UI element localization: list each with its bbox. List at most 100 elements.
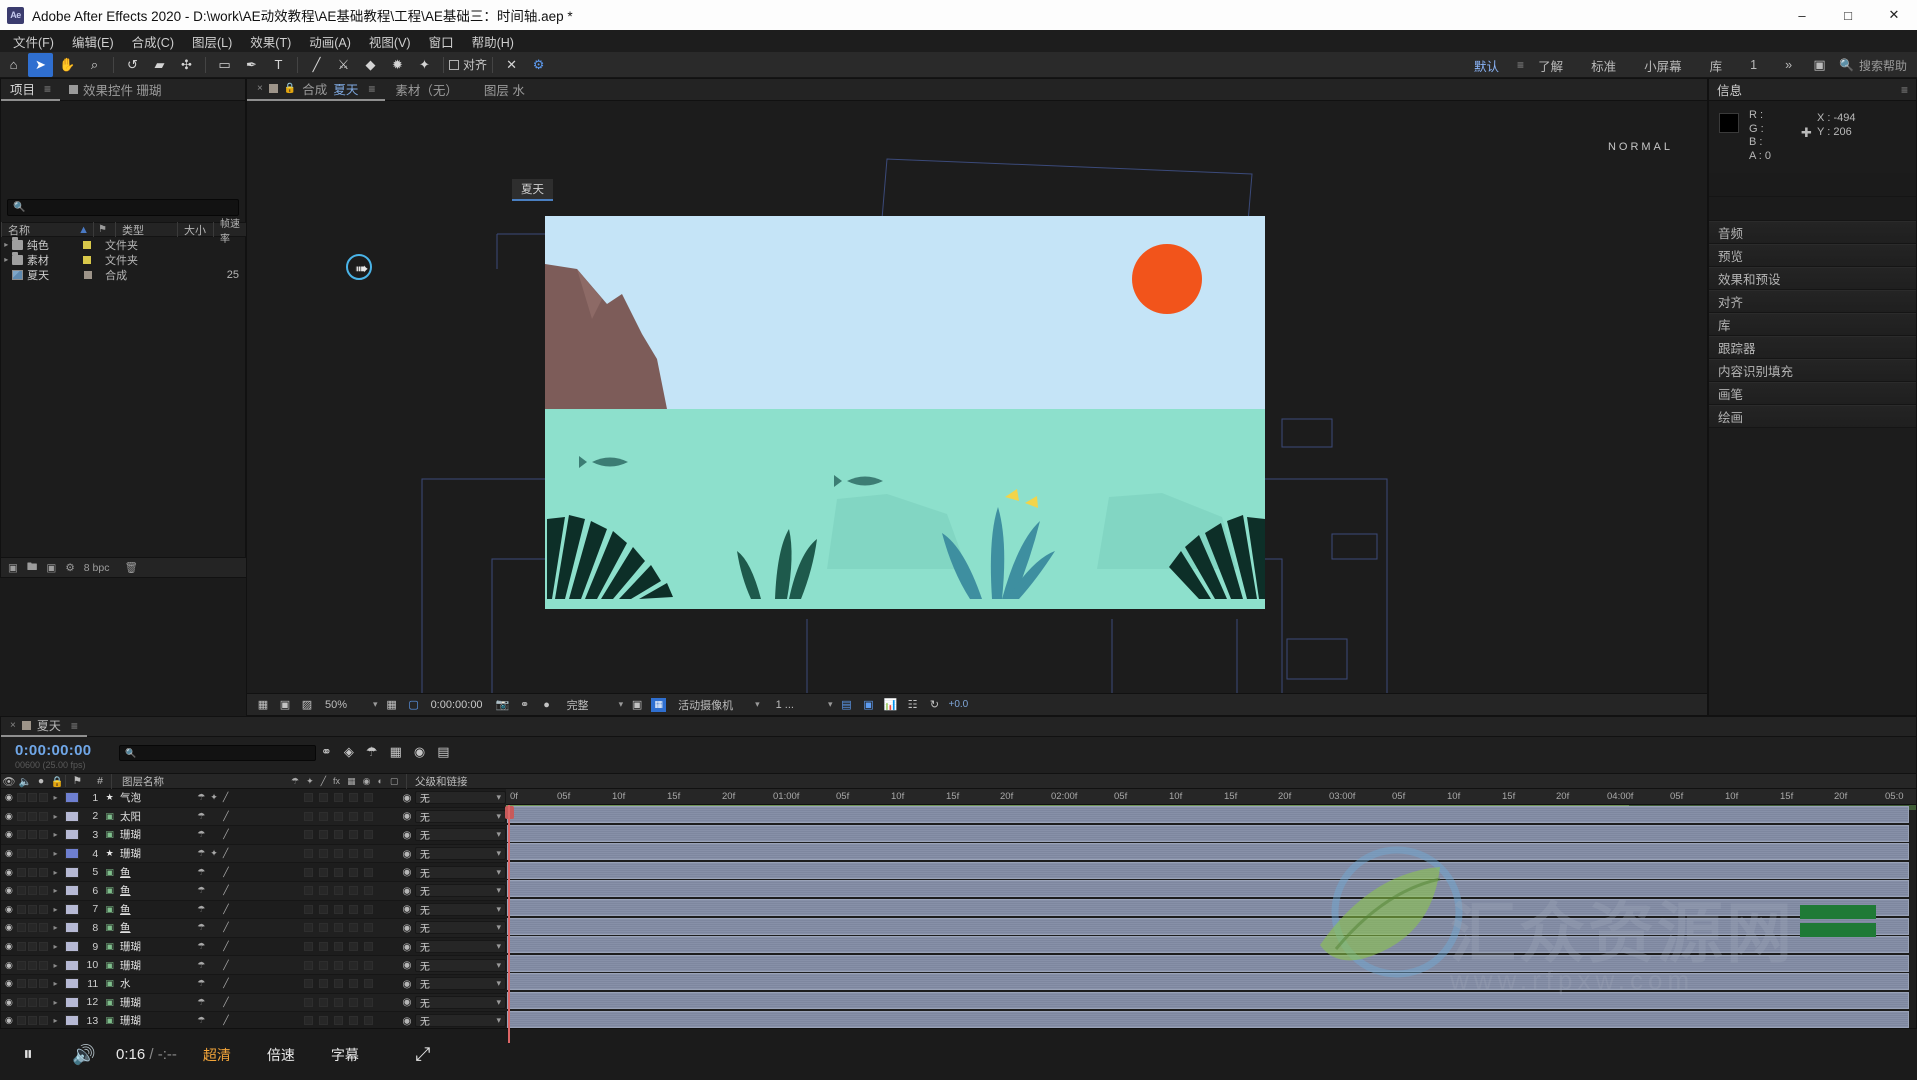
lock-toggle[interactable]	[39, 868, 48, 877]
workspace-tab-default[interactable]: 默认	[1460, 52, 1513, 79]
rotation-tool-icon[interactable]: ↺	[120, 53, 145, 77]
switch-box[interactable]	[334, 998, 343, 1007]
shy-icon[interactable]: ☂	[197, 792, 205, 803]
timeline-menu-icon[interactable]: ≡	[71, 719, 78, 733]
info-menu-icon[interactable]: ≡	[1901, 83, 1908, 97]
shy-icon[interactable]: ☂	[197, 811, 205, 822]
shape-tool-icon[interactable]: ▭	[212, 53, 237, 77]
layer-duration-bar[interactable]	[507, 918, 1909, 935]
puppet-tool-icon[interactable]: ✦	[412, 53, 437, 77]
table-row[interactable]: ◉▸8▣鱼☂╱◉无▾	[1, 919, 506, 938]
menu-window[interactable]: 窗口	[420, 30, 463, 53]
exposure-value[interactable]: +0.0	[949, 699, 969, 710]
label-swatch[interactable]	[65, 904, 79, 915]
switch-box[interactable]	[334, 961, 343, 970]
screen-icon[interactable]: ▣	[1807, 53, 1832, 77]
switch-box[interactable]	[304, 886, 313, 895]
parent-pick-whip-icon[interactable]: ◉	[399, 829, 415, 841]
switch-box[interactable]	[349, 1016, 358, 1025]
chevron-right-icon[interactable]: ▸	[50, 886, 62, 895]
timeline-search-input[interactable]: 🔍	[119, 745, 316, 761]
parent-dropdown[interactable]: 无▾	[415, 1014, 506, 1027]
toggle-transparency-grid-icon[interactable]: ▦	[255, 697, 271, 712]
quality-icon[interactable]: ╱	[223, 941, 228, 952]
parent-dropdown[interactable]: 无▾	[415, 903, 506, 916]
chevron-down-icon[interactable]: ▾	[619, 699, 624, 710]
workspace-overflow-icon[interactable]: »	[1771, 54, 1806, 76]
label-swatch[interactable]	[83, 241, 91, 249]
hand-tool-icon[interactable]: ✋	[55, 53, 80, 77]
audio-toggle[interactable]	[17, 849, 26, 858]
switch-box[interactable]	[334, 793, 343, 802]
table-row[interactable]: ◉▸10▣珊瑚☂╱◉无▾	[1, 956, 506, 975]
sidebar-item-audio[interactable]: 音频	[1709, 221, 1916, 244]
table-row[interactable]: ◉▸6▣鱼☂╱◉无▾	[1, 882, 506, 901]
transparency-icon[interactable]: ▦	[651, 698, 666, 712]
project-menu-icon[interactable]: ≡	[44, 82, 51, 96]
quality-icon[interactable]: ╱	[223, 922, 228, 933]
sidebar-item-brushes[interactable]: 画笔	[1709, 382, 1916, 405]
switch-box[interactable]	[319, 830, 328, 839]
switch-box[interactable]	[349, 812, 358, 821]
switch-box[interactable]	[304, 979, 313, 988]
sidebar-item-align[interactable]: 对齐	[1709, 290, 1916, 313]
shy-icon[interactable]: ☂	[197, 904, 205, 915]
region-interest-icon[interactable]: ▣	[629, 697, 645, 712]
chevron-right-icon[interactable]: ▸	[1, 255, 12, 264]
label-swatch[interactable]	[65, 885, 79, 896]
eye-icon[interactable]: ◉	[1, 811, 17, 822]
switch-box[interactable]	[334, 1016, 343, 1025]
label-swatch[interactable]	[84, 271, 92, 279]
switch-box[interactable]	[319, 942, 328, 951]
project-search-input[interactable]: 🔍	[7, 199, 239, 216]
eye-icon[interactable]: ◉	[1, 885, 17, 896]
switch-box[interactable]	[319, 868, 328, 877]
chevron-down-icon[interactable]: ▾	[828, 699, 833, 710]
reset-exposure-icon[interactable]: ↻	[927, 697, 943, 712]
close-icon[interactable]: ×	[257, 83, 263, 94]
solo-toggle[interactable]	[28, 830, 37, 839]
lock-toggle[interactable]	[39, 812, 48, 821]
sidebar-item-effects-presets[interactable]: 效果和预设	[1709, 267, 1916, 290]
switch-box[interactable]	[304, 961, 313, 970]
eye-icon[interactable]: ◉	[1, 941, 17, 952]
chevron-right-icon[interactable]: ▸	[50, 961, 62, 970]
new-folder-icon[interactable]: 🖿	[27, 559, 38, 577]
eye-icon[interactable]: ◉	[1, 978, 17, 989]
switch-box[interactable]	[319, 793, 328, 802]
chevron-right-icon[interactable]: ▸	[1, 240, 12, 249]
layer-duration-bar[interactable]	[507, 1011, 1909, 1028]
switch-box[interactable]	[364, 979, 373, 988]
parent-pick-whip-icon[interactable]: ◉	[399, 959, 415, 971]
sidebar-item-paint[interactable]: 绘画	[1709, 405, 1916, 428]
fullscreen-button[interactable]: ⤢	[395, 1029, 451, 1080]
pixel-aspect-icon[interactable]: ▤	[839, 697, 855, 712]
label-swatch[interactable]	[65, 960, 79, 971]
parent-dropdown[interactable]: 无▾	[415, 977, 506, 990]
label-swatch[interactable]	[65, 1015, 79, 1026]
parent-dropdown[interactable]: 无▾	[415, 959, 506, 972]
parent-pick-whip-icon[interactable]: ◉	[399, 885, 415, 897]
timeline-ruler[interactable]: 0f 05f 10f 15f 20f 01:00f 05f 10f 15f 20…	[506, 789, 1916, 805]
sidebar-item-tracker[interactable]: 跟踪器	[1709, 336, 1916, 359]
chevron-right-icon[interactable]: ▸	[50, 942, 62, 951]
switch-box[interactable]	[349, 979, 358, 988]
tab-effect-controls[interactable]: 效果控件 珊瑚	[60, 79, 170, 101]
new-comp-icon[interactable]: ▣	[46, 562, 56, 574]
audio-toggle[interactable]	[17, 812, 26, 821]
solo-toggle[interactable]	[28, 793, 37, 802]
list-item[interactable]: ▸ 纯色 文件夹	[1, 237, 247, 252]
switch-box[interactable]	[334, 886, 343, 895]
label-swatch[interactable]	[65, 811, 79, 822]
switch-box[interactable]	[364, 812, 373, 821]
comp-menu-icon[interactable]: ≡	[368, 82, 375, 96]
switch-box[interactable]	[364, 886, 373, 895]
solo-toggle[interactable]	[28, 979, 37, 988]
audio-toggle[interactable]	[17, 979, 26, 988]
switch-box[interactable]	[334, 979, 343, 988]
menu-file[interactable]: 文件(F)	[4, 30, 63, 53]
switch-box[interactable]	[304, 905, 313, 914]
audio-toggle[interactable]	[17, 923, 26, 932]
camera-tool-icon[interactable]: ▰	[147, 53, 172, 77]
hide-shy-layers-icon[interactable]: ☂	[366, 744, 378, 760]
